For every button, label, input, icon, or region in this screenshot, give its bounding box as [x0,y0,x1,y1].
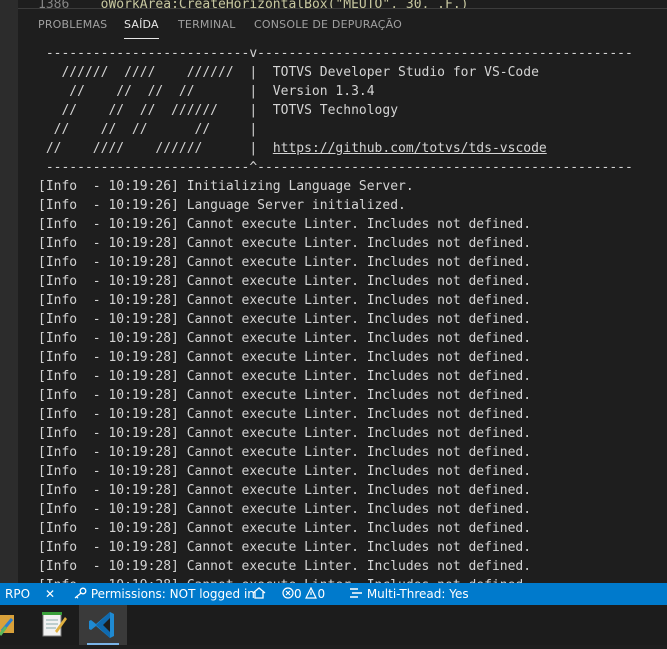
rpo-status[interactable]: RPO [5,587,30,601]
multithread-status[interactable]: Multi-Thread: Yes [349,587,469,601]
error-icon [282,587,294,599]
log-line: [Info - 10:19:26] Initializing Language … [38,179,414,194]
banner-line: // // // // | Version 1.3.4 [38,84,375,99]
log-line: [Info - 10:19:28] Cannot execute Linter.… [38,274,532,289]
error-count: 0 [294,587,302,601]
log-line: [Info - 10:19:28] Cannot execute Linter.… [38,369,532,384]
home-icon[interactable] [252,587,266,602]
log-line: [Info - 10:19:28] Cannot execute Linter.… [38,407,532,422]
log-line: [Info - 10:19:28] Cannot execute Linter.… [38,350,532,365]
log-line: [Info - 10:19:28] Cannot execute Linter.… [38,483,532,498]
banner-line: --------------------------v-------------… [38,46,633,61]
close-icon[interactable]: ✕ [45,587,55,601]
log-line: [Info - 10:19:28] Cannot execute Linter.… [38,540,532,555]
taskbar-app-vscode-icon[interactable] [79,605,127,645]
log-line: [Info - 10:19:28] Cannot execute Linter.… [38,331,532,346]
log-line: [Info - 10:19:28] Cannot execute Linter.… [38,521,532,536]
banner-line: // // // // | [38,122,258,137]
log-line: [Info - 10:19:28] Cannot execute Linter.… [38,236,532,251]
permissions-status[interactable]: Permissions: NOT logged in [73,587,255,601]
key-icon [74,587,87,599]
banner-line: // //// ////// | https://github.com/totv… [38,141,547,156]
tab-output[interactable]: SAÍDA [124,18,159,39]
warning-count: 0 [317,587,326,601]
log-line: [Info - 10:19:28] Cannot execute Linter.… [38,426,532,441]
activity-bar [0,0,18,583]
taskbar [0,605,667,645]
tab-problems[interactable]: PROBLEMAS [38,18,107,31]
log-line: [Info - 10:19:26] Language Server initia… [38,198,406,213]
multithread-label: Multi-Thread: Yes [366,587,469,601]
banner-line: --------------------------^-------------… [38,160,633,175]
taskbar-app-tools-icon[interactable] [0,605,30,645]
problems-status[interactable]: 0 0 [282,586,326,601]
output-panel: PROBLEMAS SAÍDA TERMINAL CONSOLE DE DEPU… [18,8,667,584]
banner-line: ////// //// ////// | TOTVS Developer Stu… [38,65,539,80]
log-line: [Info - 10:19:28] Cannot execute Linter.… [38,255,532,270]
list-icon [350,588,362,598]
log-line: [Info - 10:19:26] Cannot execute Linter.… [38,217,532,232]
log-line: [Info - 10:19:28] Cannot execute Linter.… [38,293,532,308]
log-line: [Info - 10:19:28] Cannot execute Linter.… [38,559,532,574]
tab-terminal[interactable]: TERMINAL [178,18,236,31]
warning-icon [305,586,318,599]
log-line: [Info - 10:19:28] Cannot execute Linter.… [38,445,532,460]
banner-line: // // // ////// | TOTVS Technology [38,103,399,118]
panel-tabs: PROBLEMAS SAÍDA TERMINAL CONSOLE DE DEPU… [18,9,667,39]
tab-debug-console[interactable]: CONSOLE DE DEPURAÇÃO [254,18,402,31]
log-line: [Info - 10:19:28] Cannot execute Linter.… [38,388,532,403]
taskbar-app-notepad-icon[interactable] [30,605,78,645]
log-line: [Info - 10:19:28] Cannot execute Linter.… [38,312,532,327]
permissions-label: Permissions: NOT logged in [90,587,255,601]
log-line: [Info - 10:19:28] Cannot execute Linter.… [38,502,532,517]
log-line: [Info - 10:19:28] Cannot execute Linter.… [38,464,532,479]
log-list: [Info - 10:19:26] Initializing Language … [38,177,664,584]
output-log[interactable]: --------------------------v-------------… [38,44,664,584]
github-link[interactable]: https://github.com/totvs/tds-vscode [273,141,547,156]
status-bar: RPO ✕ Permissions: NOT logged in 0 0 Mul… [0,583,667,605]
